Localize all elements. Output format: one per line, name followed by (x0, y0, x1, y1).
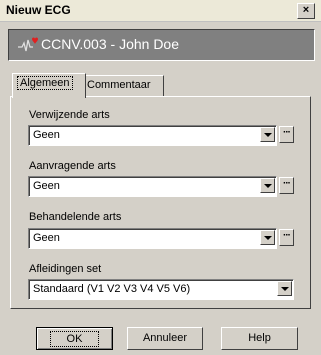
tab-panel-algemeen: Verwijzende arts Geen ··· Aanvragende ar… (10, 96, 311, 309)
title-bar: Nieuw ECG × (0, 0, 321, 22)
behandelende-arts-label: Behandelende arts (29, 211, 122, 223)
window-title: Nieuw ECG (6, 3, 71, 17)
tab-commentaar[interactable]: Commentaar (82, 75, 164, 96)
aanvragende-arts-label: Aanvragende arts (29, 160, 116, 172)
behandelende-arts-browse-button[interactable]: ··· (279, 229, 294, 246)
behandelende-arts-select[interactable]: Geen (28, 228, 277, 249)
help-button[interactable]: Help (221, 327, 298, 350)
ok-button-label: OK (49, 331, 100, 347)
ok-button[interactable]: OK (36, 327, 113, 350)
patient-banner: CCNV.003 - John Doe (8, 29, 315, 61)
cancel-button[interactable]: Annuleer (127, 327, 203, 350)
patient-label: CCNV.003 - John Doe (41, 36, 180, 52)
aanvragende-arts-value: Geen (33, 180, 60, 192)
ecg-heart-icon (18, 37, 38, 52)
verwijzende-arts-value: Geen (33, 129, 60, 141)
verwijzende-arts-browse-button[interactable]: ··· (279, 126, 294, 143)
verwijzende-arts-label: Verwijzende arts (29, 109, 110, 121)
afleidingen-set-select[interactable]: Standaard (V1 V2 V3 V4 V5 V6) (28, 279, 294, 300)
aanvragende-arts-browse-button[interactable]: ··· (279, 177, 294, 194)
verwijzende-arts-select[interactable]: Geen (28, 125, 277, 146)
chevron-down-icon[interactable] (260, 230, 275, 245)
aanvragende-arts-select[interactable]: Geen (28, 176, 277, 197)
chevron-down-icon[interactable] (260, 178, 275, 193)
behandelende-arts-value: Geen (33, 232, 60, 244)
afleidingen-set-label: Afleidingen set (29, 263, 102, 275)
chevron-down-icon[interactable] (260, 127, 275, 142)
close-button[interactable]: × (297, 3, 315, 19)
tab-algemeen-label: Algemeen (17, 76, 73, 90)
tab-commentaar-label: Commentaar (87, 79, 151, 91)
chevron-down-icon[interactable] (277, 281, 292, 296)
afleidingen-set-value: Standaard (V1 V2 V3 V4 V5 V6) (33, 283, 191, 295)
tab-algemeen[interactable]: Algemeen (12, 73, 86, 98)
